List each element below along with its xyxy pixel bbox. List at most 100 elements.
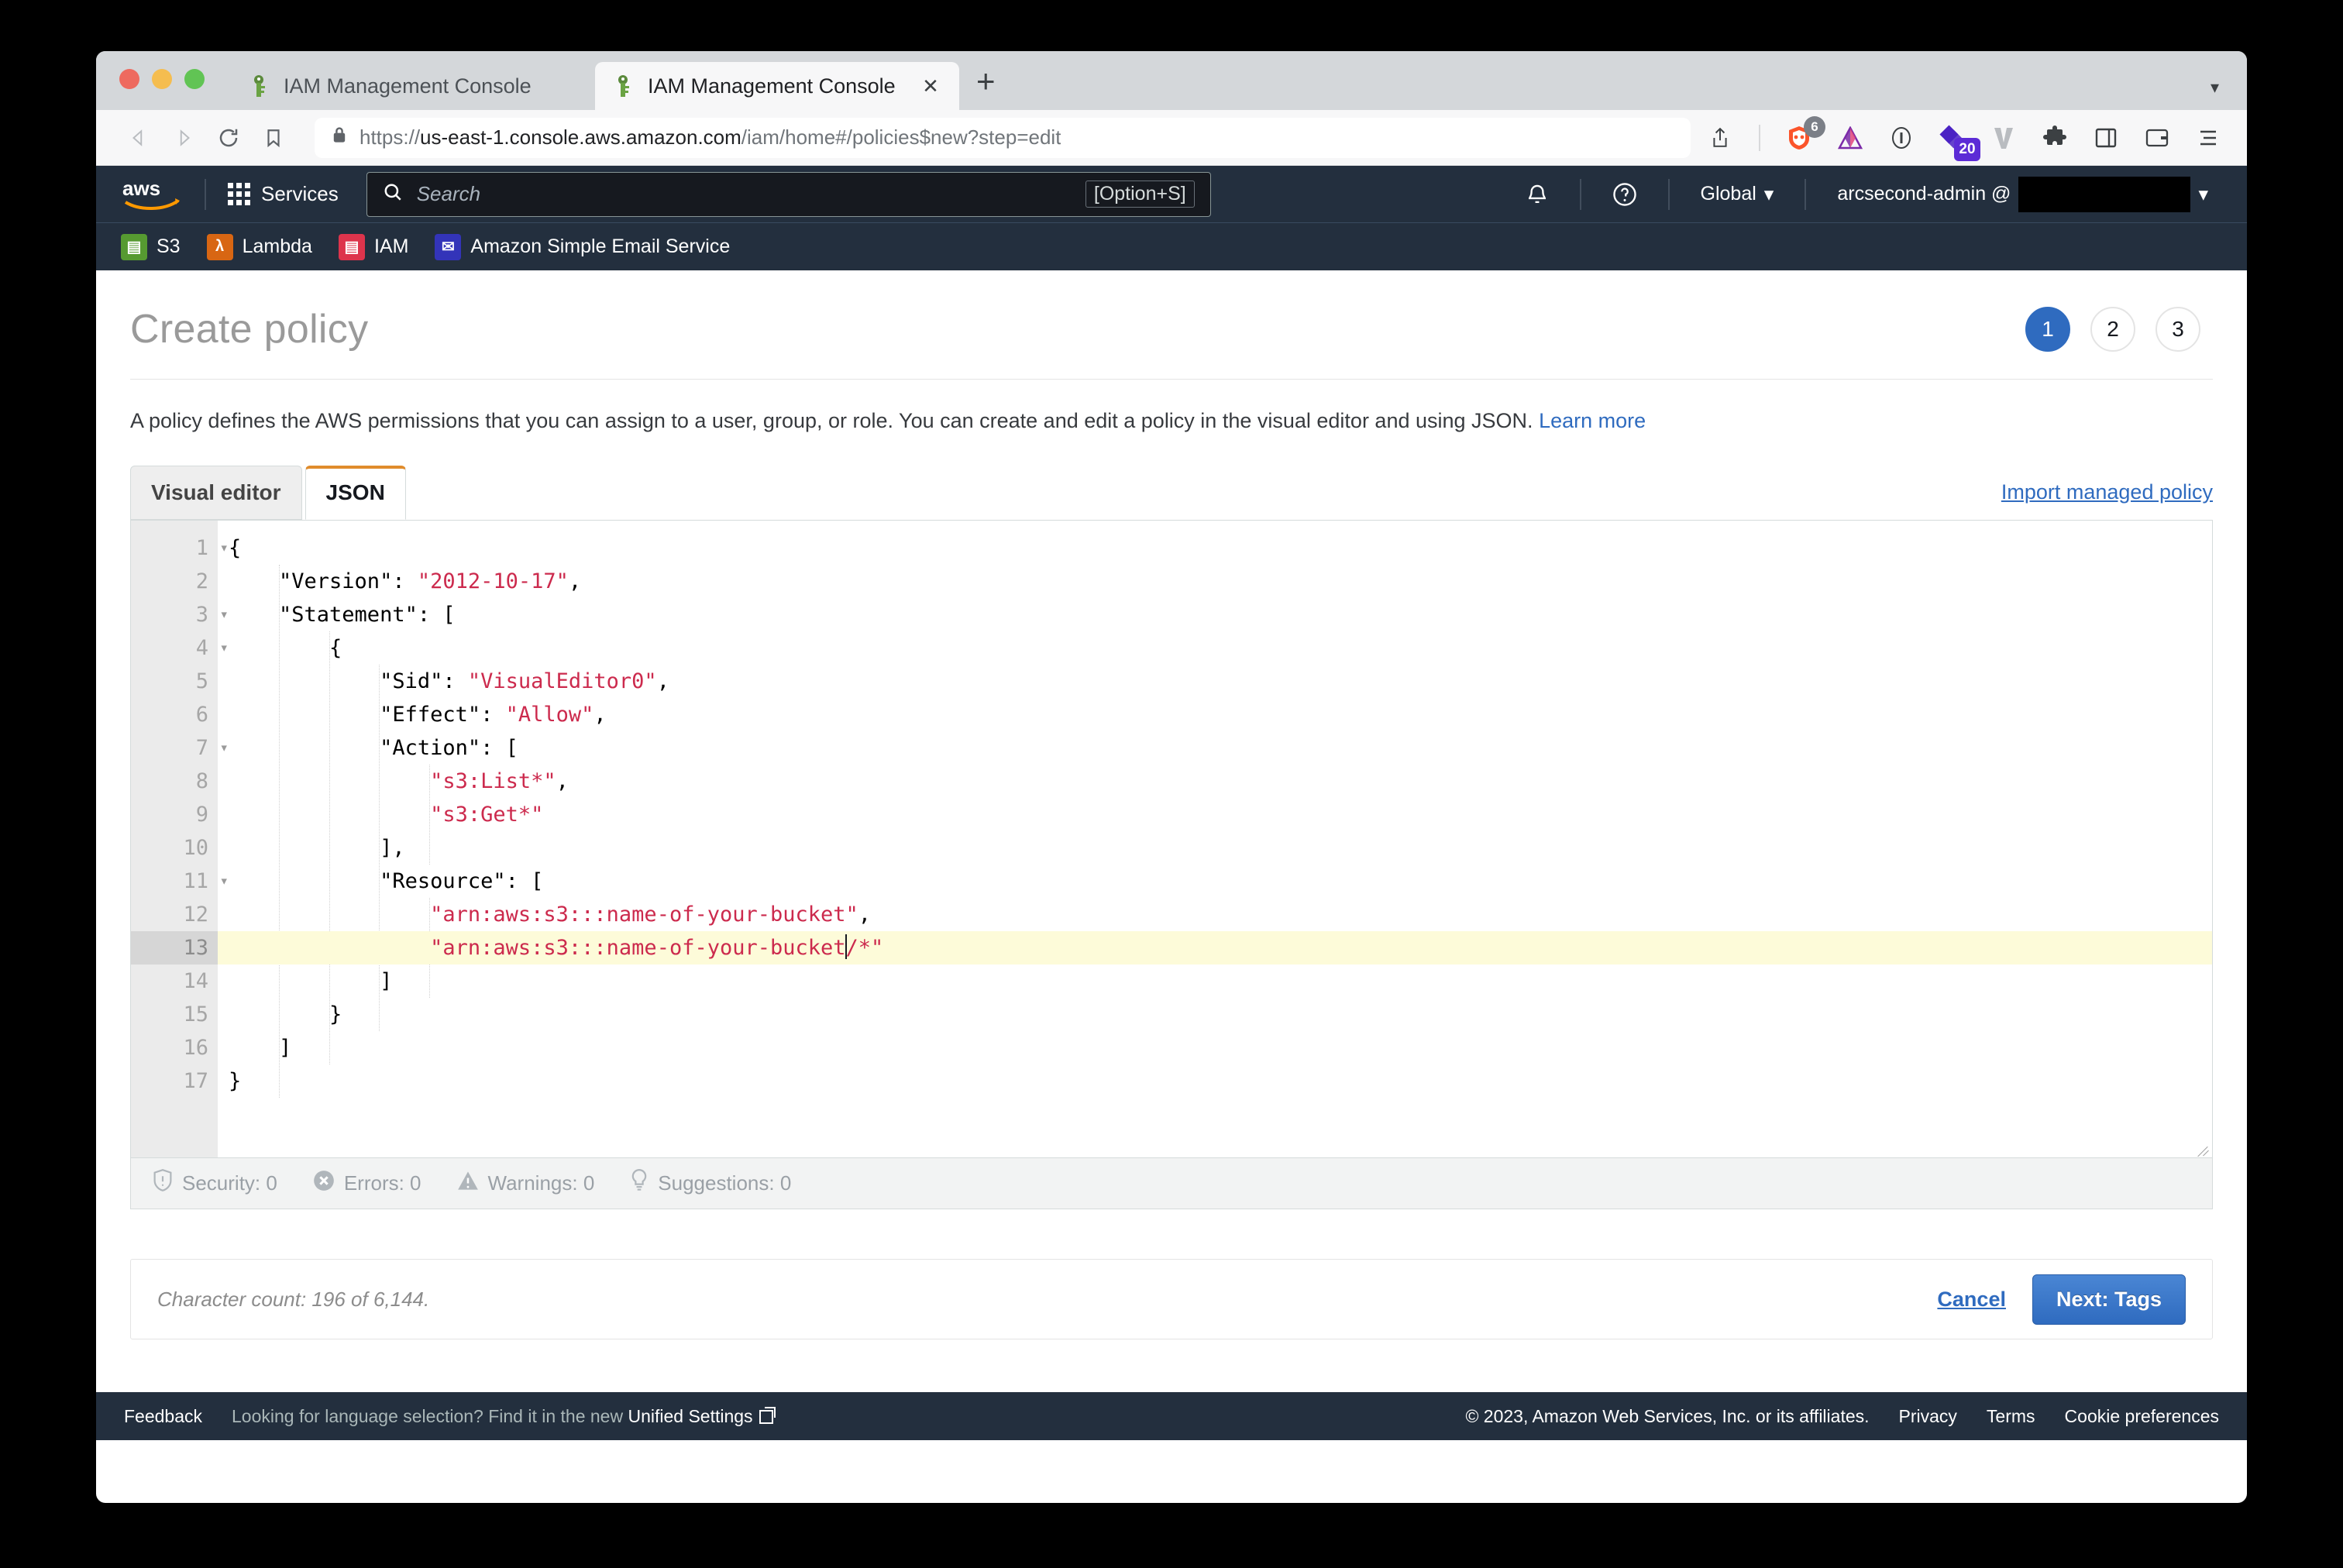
close-tab-button[interactable]: ✕	[919, 74, 942, 98]
json-token: ]	[229, 1036, 292, 1060]
copyright: © 2023, Amazon Web Services, Inc. or its…	[1465, 1405, 1870, 1426]
services-menu-button[interactable]: Services	[220, 176, 346, 212]
code-line[interactable]: "Statement": [	[218, 598, 2212, 631]
code-line[interactable]: "Effect": "Allow",	[218, 698, 2212, 731]
code-line[interactable]: ]	[218, 965, 2212, 998]
bulb-icon	[630, 1169, 649, 1198]
reload-icon[interactable]	[208, 117, 249, 159]
code-line[interactable]: "Resource": [	[218, 865, 2212, 898]
toolbar-divider	[1759, 124, 1760, 151]
code-line[interactable]: "arn:aws:s3:::name-of-your-bucket",	[218, 898, 2212, 931]
json-token: {	[229, 536, 242, 560]
share-icon[interactable]	[1703, 121, 1737, 155]
brave-shields-icon[interactable]: 6	[1782, 115, 1825, 155]
account-label: arcsecond-admin @	[1837, 183, 2011, 205]
json-token: "Statement": [	[229, 603, 456, 627]
extensions-puzzle-icon[interactable]	[2038, 121, 2072, 155]
gutter-line: 3 ▾	[131, 598, 229, 631]
step-1[interactable]: 1	[2025, 307, 2070, 352]
favorite-s3[interactable]: ▤ S3	[121, 233, 181, 260]
cookie-preferences-link[interactable]: Cookie preferences	[2065, 1406, 2219, 1427]
step-2[interactable]: 2	[2090, 307, 2135, 352]
shields-badge-count: 6	[1804, 115, 1825, 138]
privacy-link[interactable]: Privacy	[1899, 1406, 1957, 1427]
code-line[interactable]: "Action": [	[218, 731, 2212, 765]
forward-icon[interactable]	[163, 117, 205, 159]
external-link-icon	[759, 1406, 776, 1424]
browser-tab-2[interactable]: IAM Management Console ✕	[595, 62, 959, 110]
browser-tab-1[interactable]: IAM Management Console	[231, 62, 595, 110]
notifications-button[interactable]	[1509, 182, 1566, 207]
favorite-lambda[interactable]: λ Lambda	[206, 233, 312, 260]
search-shortcut-hint: [Option+S]	[1085, 181, 1195, 208]
code-line[interactable]: {	[218, 531, 2212, 565]
json-string: "arn:aws:s3:::name-of-your-bucket	[430, 936, 846, 960]
favorite-label: S3	[157, 236, 181, 257]
code-line[interactable]: "arn:aws:s3:::name-of-your-bucket/*"	[218, 931, 2212, 965]
code-line[interactable]: "s3:List*",	[218, 765, 2212, 798]
code-line[interactable]: ],	[218, 831, 2212, 865]
bitwarden-icon[interactable]	[1884, 121, 1918, 155]
new-tab-button[interactable]: +	[976, 65, 996, 110]
cancel-button[interactable]: Cancel	[1937, 1288, 2006, 1312]
aws-logo[interactable]: aws	[121, 177, 183, 212]
next-tags-button[interactable]: Next: Tags	[2032, 1274, 2186, 1325]
status-label: Suggestions: 0	[658, 1171, 792, 1195]
menu-icon[interactable]	[2191, 121, 2225, 155]
status-errors[interactable]: Errors: 0	[313, 1170, 421, 1197]
code-line[interactable]: "Version": "2012-10-17",	[218, 565, 2212, 598]
import-managed-policy-link[interactable]: Import managed policy	[2001, 480, 2213, 520]
status-suggestions[interactable]: Suggestions: 0	[630, 1169, 791, 1198]
status-security[interactable]: Security: 0	[153, 1168, 277, 1198]
terms-link[interactable]: Terms	[1987, 1406, 2035, 1427]
json-string: "2012-10-17"	[417, 569, 569, 593]
step-3[interactable]: 3	[2155, 307, 2200, 352]
close-window-button[interactable]	[119, 69, 139, 89]
chevron-down-icon[interactable]: ▾	[2211, 77, 2219, 98]
gutter-line: 1 ▾	[131, 531, 229, 565]
wallet-icon[interactable]	[2140, 121, 2174, 155]
status-label: Errors: 0	[343, 1171, 421, 1195]
bookmark-icon[interactable]	[253, 117, 294, 159]
minimize-window-button[interactable]	[152, 69, 172, 89]
unified-settings-link[interactable]: Unified Settings	[628, 1406, 752, 1426]
code-line[interactable]: }	[218, 1064, 2212, 1098]
vimium-icon[interactable]	[1987, 121, 2021, 155]
account-menu[interactable]: arcsecond-admin @ ▾	[1820, 176, 2225, 212]
editor-resize-handle[interactable]	[2196, 1141, 2210, 1155]
learn-more-link[interactable]: Learn more	[1539, 409, 1646, 432]
address-bar[interactable]: https://us-east-1.console.aws.amazon.com…	[315, 117, 1691, 158]
tab-visual-editor[interactable]: Visual editor	[130, 466, 302, 520]
back-icon[interactable]	[118, 117, 160, 159]
gutter-line: 2	[195, 569, 208, 593]
maximize-window-button[interactable]	[184, 69, 205, 89]
tab-json[interactable]: JSON	[304, 466, 406, 520]
json-editor[interactable]: 1 ▾ 2 3 ▾ 4 ▾ 5 6 7 ▾ 8 9 10 11 ▾ 12 13 14 15 16 17 { "Versio…	[131, 521, 2212, 1157]
nav-divider	[1579, 178, 1581, 210]
editor-code-area[interactable]: { "Version": "2012-10-17", "Statement": …	[218, 521, 2212, 1157]
gutter-line: 15	[183, 1002, 208, 1026]
code-line[interactable]: {	[218, 631, 2212, 665]
gutter-line: 9	[195, 803, 208, 827]
favorite-ses[interactable]: ✉ Amazon Simple Email Service	[435, 233, 730, 260]
json-editor-panel: 1 ▾ 2 3 ▾ 4 ▾ 5 6 7 ▾ 8 9 10 11 ▾ 12 13 14 15 16 17 { "Versio…	[130, 520, 2213, 1209]
aws-footer: Feedback Looking for language selection?…	[96, 1392, 2247, 1440]
onepassword-icon[interactable]: 20	[1935, 121, 1980, 161]
json-token: "Version":	[229, 569, 418, 593]
sidebar-icon[interactable]	[2089, 121, 2123, 155]
region-selector[interactable]: Global ▾	[1684, 183, 1791, 206]
code-line[interactable]: "s3:Get*"	[218, 798, 2212, 831]
code-line[interactable]: }	[218, 998, 2212, 1031]
editor-tabs: Visual editor JSON Import managed policy	[96, 433, 2247, 520]
favorite-iam[interactable]: ▤ IAM	[338, 233, 408, 260]
code-line[interactable]: ]	[218, 1031, 2212, 1064]
intro-copy: A policy defines the AWS permissions tha…	[130, 409, 1533, 432]
code-line[interactable]: "Sid": "VisualEditor0",	[218, 665, 2212, 698]
feedback-link[interactable]: Feedback	[124, 1406, 202, 1427]
search-input[interactable]: Search [Option+S]	[366, 171, 1211, 217]
brave-rewards-icon[interactable]	[1833, 121, 1867, 155]
help-button[interactable]	[1595, 182, 1654, 207]
chevron-down-icon: ▾	[2198, 183, 2208, 205]
status-warnings[interactable]: Warnings: 0	[457, 1171, 594, 1196]
